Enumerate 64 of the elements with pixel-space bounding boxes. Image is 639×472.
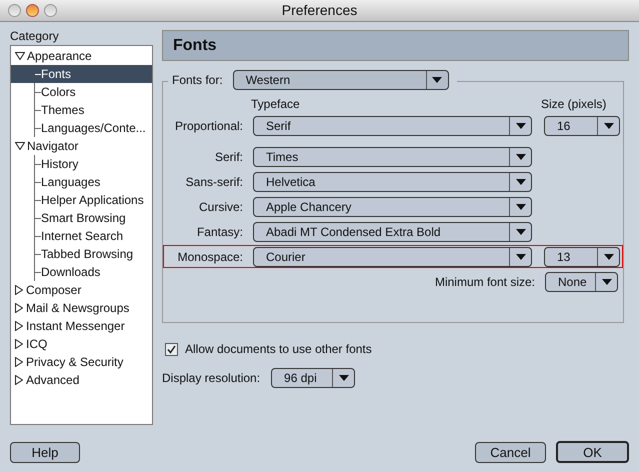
tree-item[interactable]: Downloads bbox=[11, 263, 152, 281]
dropdown-arrow-icon bbox=[516, 178, 526, 184]
dropdown-arrow-icon bbox=[516, 154, 526, 160]
tree-item[interactable]: Internet Search bbox=[11, 227, 152, 245]
tree-item[interactable]: Navigator bbox=[11, 137, 152, 155]
dropdown-arrow-icon bbox=[516, 228, 526, 234]
tree-item[interactable]: Tabbed Browsing bbox=[11, 245, 152, 263]
typeface-dropdown[interactable]: Helvetica bbox=[253, 172, 532, 192]
dropdown-arrow-icon bbox=[516, 204, 526, 210]
window-title: Preferences bbox=[282, 1, 358, 20]
minimize-window-icon[interactable] bbox=[26, 4, 39, 17]
font-row-label: Fantasy: bbox=[196, 224, 243, 240]
tree-item[interactable]: Advanced bbox=[11, 371, 152, 389]
column-heading: Typeface bbox=[251, 96, 301, 113]
dropdown-arrow-icon bbox=[602, 279, 612, 285]
category-heading: Category bbox=[10, 29, 60, 43]
checkbox[interactable] bbox=[165, 342, 178, 356]
display-resolution-dropdown[interactable]: 96 dpi bbox=[271, 368, 356, 388]
fonts-for-dropdown[interactable]: Western bbox=[232, 70, 449, 90]
minimum-font-size-dropdown[interactable]: None bbox=[545, 272, 618, 292]
tree-item[interactable]: Instant Messenger bbox=[11, 317, 152, 335]
column-heading: Size (pixels) bbox=[541, 96, 606, 113]
fonts-for-label: Fonts for: bbox=[172, 72, 223, 89]
cancel-button[interactable]: Cancel bbox=[475, 442, 546, 462]
font-row-label: Cursive: bbox=[198, 198, 243, 216]
tree-item[interactable]: Colors bbox=[11, 83, 152, 101]
tree-item[interactable]: Languages bbox=[11, 173, 152, 191]
font-row-label: Monospace: bbox=[176, 248, 243, 266]
expanded-triangle-icon[interactable] bbox=[15, 52, 25, 60]
tree-item[interactable]: Helper Applications bbox=[11, 191, 152, 209]
typeface-dropdown[interactable]: Apple Chancery bbox=[253, 196, 532, 216]
tree-item[interactable]: Privacy & Security bbox=[11, 353, 152, 371]
section-title: Fonts bbox=[173, 36, 217, 56]
dropdown-arrow-icon bbox=[604, 122, 614, 128]
size-dropdown[interactable]: 16 bbox=[544, 116, 620, 136]
typeface-dropdown[interactable]: Courier bbox=[253, 246, 532, 266]
tree-item[interactable]: Fonts bbox=[11, 65, 152, 83]
font-row-label: Serif: bbox=[214, 148, 243, 166]
checkbox-label: Allow documents to use other fonts bbox=[185, 341, 372, 358]
tree-item[interactable]: Languages/Conte... bbox=[11, 119, 152, 137]
tree-item[interactable]: Smart Browsing bbox=[11, 209, 152, 227]
typeface-dropdown[interactable]: Serif bbox=[253, 116, 532, 136]
expanded-triangle-icon[interactable] bbox=[15, 142, 25, 150]
dropdown-arrow-icon bbox=[432, 77, 442, 83]
checkmark-icon bbox=[167, 344, 176, 354]
tree-item[interactable]: Mail & Newsgroups bbox=[11, 299, 152, 317]
dropdown-arrow-icon bbox=[516, 122, 526, 128]
dropdown-arrow-icon bbox=[516, 254, 526, 260]
font-row-label: Proportional: bbox=[174, 118, 243, 134]
tree-item[interactable]: Composer bbox=[11, 281, 152, 299]
size-dropdown[interactable]: 13 bbox=[544, 246, 620, 266]
help-button[interactable]: Help bbox=[10, 442, 80, 462]
display-resolution-label: Display resolution: bbox=[162, 370, 260, 387]
tree-item[interactable]: ICQ bbox=[11, 335, 152, 353]
dropdown-arrow-icon bbox=[604, 254, 614, 260]
minimum-font-size-label: Minimum font size: bbox=[434, 274, 535, 291]
dropdown-arrow-icon bbox=[338, 375, 349, 381]
typeface-dropdown[interactable]: Abadi MT Condensed Extra Bold bbox=[253, 222, 532, 242]
tree-item[interactable]: Appearance bbox=[11, 47, 152, 65]
font-row-label: Sans-serif: bbox=[184, 174, 243, 190]
ok-button[interactable]: OK bbox=[556, 441, 629, 463]
tree-item[interactable]: Themes bbox=[11, 101, 152, 119]
tree-item[interactable]: History bbox=[11, 155, 152, 173]
typeface-dropdown[interactable]: Times bbox=[253, 146, 532, 166]
